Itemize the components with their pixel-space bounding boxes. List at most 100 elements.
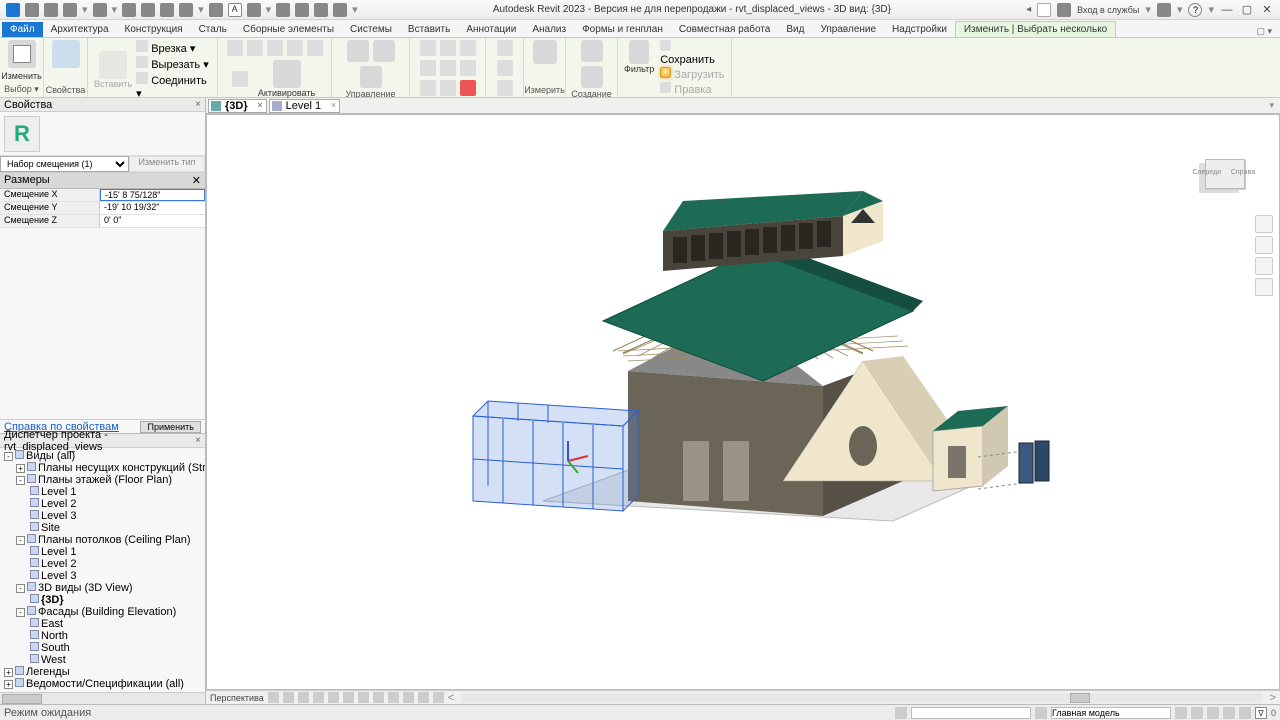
close-icon[interactable]: × — [195, 435, 201, 446]
worksets-icon[interactable] — [895, 707, 907, 719]
load-selection-button[interactable]: Загрузить — [660, 67, 727, 81]
tab-precast[interactable]: Сборные элементы — [235, 22, 342, 37]
view-tab-level1[interactable]: Level 1 × — [269, 99, 340, 113]
measure-icon[interactable] — [160, 3, 174, 17]
tree-node[interactable]: Level 3 — [2, 570, 203, 582]
expand-icon[interactable]: + — [4, 668, 13, 677]
geom-tool[interactable] — [287, 40, 303, 56]
prop-value[interactable]: -15' 8 75/128" — [100, 189, 205, 201]
search-icon[interactable] — [1037, 3, 1051, 17]
modify-button[interactable] — [8, 40, 36, 68]
text-icon[interactable]: A — [228, 3, 242, 17]
close-icon[interactable]: × — [257, 100, 262, 110]
tree-node[interactable]: Level 3 — [2, 510, 203, 522]
qat-icon[interactable] — [333, 3, 347, 17]
scrollbar-thumb[interactable] — [2, 694, 42, 704]
expand-icon[interactable]: - — [16, 608, 25, 617]
qat-icon[interactable] — [314, 3, 328, 17]
tree-node[interactable]: {3D} — [2, 594, 203, 606]
steering-wheel-icon[interactable] — [1255, 215, 1273, 233]
select-face-icon[interactable] — [1223, 707, 1235, 719]
mod-tool[interactable] — [420, 40, 436, 56]
tree-node[interactable]: West — [2, 654, 203, 666]
rotate-tool[interactable] — [373, 40, 395, 62]
sync-icon[interactable] — [63, 3, 77, 17]
tab-architecture[interactable]: Архитектура — [43, 22, 117, 37]
view-tool[interactable] — [497, 80, 513, 96]
tree-node[interactable]: -Фасады (Building Elevation) — [2, 606, 203, 618]
type-selector[interactable]: Набор смещения (1) — [0, 156, 129, 172]
tree-node[interactable]: Level 2 — [2, 558, 203, 570]
horizontal-scrollbar[interactable] — [462, 693, 1261, 703]
print-icon[interactable] — [141, 3, 155, 17]
sun-path-icon[interactable] — [298, 692, 309, 703]
user-icon[interactable] — [1057, 3, 1071, 17]
crop-icon[interactable] — [343, 692, 354, 703]
save-icon[interactable] — [44, 3, 58, 17]
orbit-icon[interactable] — [1255, 278, 1273, 296]
tree-node[interactable]: Site — [2, 522, 203, 534]
login-link[interactable]: Вход в службы — [1077, 5, 1139, 15]
geom-tool[interactable] — [267, 40, 283, 56]
mod-tool[interactable] — [460, 40, 476, 56]
tree-node[interactable]: North — [2, 630, 203, 642]
design-options-icon[interactable] — [1035, 707, 1047, 719]
tree-node[interactable]: Level 1 — [2, 486, 203, 498]
app-icon[interactable] — [1157, 3, 1171, 17]
zoom-icon[interactable] — [1255, 257, 1273, 275]
undo-icon[interactable] — [93, 3, 107, 17]
close-icon[interactable]: × — [195, 99, 201, 110]
tab-modify-multi[interactable]: Изменить | Выбрать несколько — [955, 21, 1116, 37]
qat-icon[interactable] — [295, 3, 309, 17]
expand-icon[interactable]: - — [16, 584, 25, 593]
minimize-button[interactable]: — — [1220, 4, 1234, 16]
tree-node[interactable]: +Ведомости/Спецификации (all) — [2, 678, 203, 690]
measure-button[interactable] — [533, 40, 557, 64]
expand-icon[interactable]: - — [4, 452, 13, 461]
tab-addins[interactable]: Надстройки — [884, 22, 955, 37]
tree-node[interactable]: -Планы этажей (Floor Plan) — [2, 474, 203, 486]
close-button[interactable]: ✕ — [1260, 4, 1274, 16]
mod-tool[interactable] — [460, 80, 476, 96]
maximize-button[interactable]: ▢ — [1240, 4, 1254, 16]
tree-node[interactable]: +Легенды — [2, 666, 203, 678]
view-cube[interactable]: Спереди Справа — [1197, 155, 1253, 195]
tree-node[interactable]: Level 1 — [2, 546, 203, 558]
pan-icon[interactable] — [1255, 236, 1273, 254]
filter-icon[interactable]: ∇ — [1255, 707, 1267, 719]
tree-node[interactable]: -Планы потолков (Ceiling Plan) — [2, 534, 203, 546]
geom-tool[interactable] — [232, 71, 248, 87]
view-scale[interactable]: Перспектива — [210, 693, 264, 703]
temp-hide-icon[interactable] — [388, 692, 399, 703]
geom-tool[interactable] — [227, 40, 243, 56]
tab-annotate[interactable]: Аннотации — [458, 22, 524, 37]
mod-tool[interactable] — [440, 40, 456, 56]
create-tool[interactable] — [581, 40, 603, 62]
property-row[interactable]: Смещение Z0' 0" — [0, 215, 205, 228]
save-selection-button[interactable]: Сохранить — [660, 40, 727, 66]
properties-button[interactable] — [52, 40, 80, 68]
property-row[interactable]: Смещение Y-19' 10 19/32" — [0, 202, 205, 215]
help-icon[interactable]: ? — [1188, 3, 1202, 17]
tab-structure[interactable]: Конструкция — [117, 22, 191, 37]
crop-region-icon[interactable] — [358, 692, 369, 703]
expand-icon[interactable]: + — [16, 464, 25, 473]
expand-icon[interactable]: - — [16, 476, 25, 485]
analytical-icon[interactable] — [418, 692, 429, 703]
tab-analyze[interactable]: Анализ — [524, 22, 574, 37]
view-tool[interactable] — [497, 40, 513, 56]
view-tool[interactable] — [497, 60, 513, 76]
shadows-icon[interactable] — [313, 692, 324, 703]
move-tool[interactable] — [347, 40, 369, 62]
mod-tool[interactable] — [420, 60, 436, 76]
tree-node[interactable]: Level 2 — [2, 498, 203, 510]
edit-type-button[interactable]: Изменить тип — [129, 156, 205, 172]
design-option-field[interactable] — [1051, 707, 1171, 719]
tab-systems[interactable]: Системы — [342, 22, 400, 37]
drawing-canvas[interactable]: Спереди Справа — [206, 114, 1280, 690]
tree-node[interactable]: -3D виды (3D View) — [2, 582, 203, 594]
cut-geom-button[interactable]: Врезка ▾ — [136, 40, 213, 55]
create-tool[interactable] — [581, 66, 603, 88]
visual-style-icon[interactable] — [283, 692, 294, 703]
qat-icon[interactable] — [179, 3, 193, 17]
